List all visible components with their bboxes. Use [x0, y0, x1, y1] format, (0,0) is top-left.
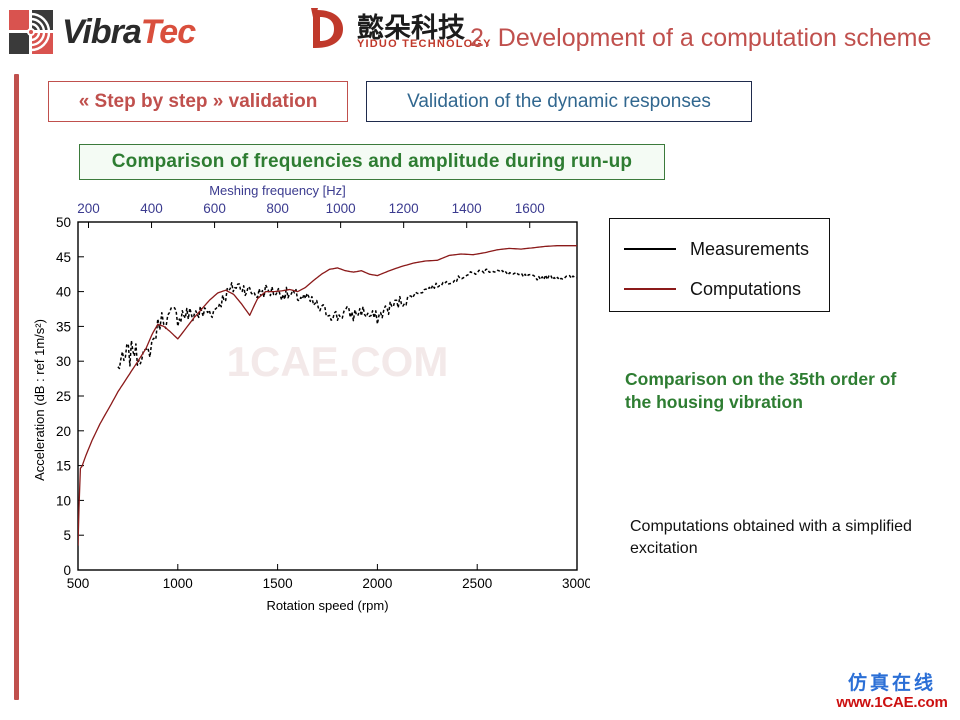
legend-swatch-computations: [624, 288, 676, 290]
x-axis-tick: 2500: [462, 576, 492, 591]
x-axis-tick: 500: [67, 576, 90, 591]
top-axis-label: Meshing frequency [Hz]: [209, 183, 346, 198]
y-axis-tick: 25: [56, 389, 71, 404]
x-axis-tick: 1500: [263, 576, 293, 591]
y-axis-tick: 30: [56, 354, 71, 369]
top-axis-tick: 1600: [515, 201, 545, 216]
y-axis-tick: 15: [56, 459, 71, 474]
y-axis-tick: 5: [63, 528, 71, 543]
corner-watermark: 仿真在线 www.1CAE.com: [828, 674, 956, 718]
tab-validation-dynamic-responses[interactable]: Validation of the dynamic responses: [366, 81, 752, 122]
legend-label-measurements: Measurements: [690, 238, 810, 259]
series-computations: [78, 245, 577, 546]
plot-frame: [77, 221, 578, 571]
y-axis-label: Acceleration (dB : ref 1m/s²): [32, 319, 47, 481]
black-note: Computations obtained with a simplified …: [630, 518, 912, 557]
top-axis-tick: 1000: [326, 201, 356, 216]
vibratec-spiral-mark: [8, 9, 54, 55]
top-axis-tick: 600: [203, 201, 226, 216]
tab-validation-dynamic-responses-label: Validation of the dynamic responses: [407, 90, 711, 112]
slide-root: VibraTec 懿朵科技 YIDUO TECHNOLOGY 2. Develo…: [0, 0, 960, 720]
vibratec-logo: VibraTec: [8, 6, 298, 58]
legend-item-measurements: Measurements: [610, 229, 829, 269]
legend-label-computations: Computations: [690, 278, 802, 299]
chart-watermark: 1CAE.COM: [227, 338, 449, 385]
vibratec-word-a: Vibra: [62, 13, 142, 51]
left-accent-rule: [14, 74, 19, 700]
top-axis-tick: 1400: [452, 201, 482, 216]
page-title: 2. Development of a computation scheme: [470, 24, 932, 52]
chart-legend: Measurements Computations: [609, 218, 830, 312]
x-axis-label: Rotation speed (rpm): [266, 598, 388, 613]
x-axis-tick: 1000: [163, 576, 193, 591]
yiduo-logo: 懿朵科技 YIDUO TECHNOLOGY: [305, 4, 491, 56]
y-axis-tick: 50: [56, 215, 71, 230]
green-note: Comparison on the 35th order of the hous…: [625, 369, 897, 413]
corner-watermark-cn: 仿真在线: [847, 672, 936, 694]
top-axis-tick: 400: [140, 201, 163, 216]
y-axis-tick: 35: [56, 319, 71, 334]
legend-swatch-measurements: [624, 248, 676, 250]
top-axis-tick: 1200: [389, 201, 419, 216]
y-axis-tick: 45: [56, 250, 71, 265]
legend-item-computations: Computations: [610, 269, 829, 309]
section-heading-label: Comparison of frequencies and amplitude …: [111, 151, 633, 172]
x-axis-tick: 3000: [562, 576, 590, 591]
acceleration-runup-chart: 1CAE.COM Meshing frequency [Hz] 200 400 600 8…: [30, 182, 590, 614]
vibratec-word-b: Tec: [140, 13, 196, 51]
series-path: [78, 245, 577, 546]
section-heading: Comparison of frequencies and amplitude …: [79, 144, 665, 180]
tab-step-by-step-validation[interactable]: « Step by step » validation: [48, 81, 348, 122]
vibratec-wordmark: VibraTec: [62, 13, 196, 51]
top-axis-tick: 800: [266, 201, 289, 216]
y-axis-tick: 10: [56, 493, 71, 508]
chart-canvas: 1CAE.COM Meshing frequency [Hz] 200 400 600 8…: [32, 183, 590, 613]
yiduo-d-mark: [305, 8, 349, 50]
x-axis-tick: 2000: [362, 576, 392, 591]
tab-step-by-step-validation-label: « Step by step » validation: [78, 90, 318, 112]
y-axis-tick: 40: [56, 285, 71, 300]
corner-watermark-en: www.1CAE.com: [836, 694, 948, 711]
top-axis-tick: 200: [77, 201, 100, 216]
y-axis-tick: 20: [56, 424, 71, 439]
